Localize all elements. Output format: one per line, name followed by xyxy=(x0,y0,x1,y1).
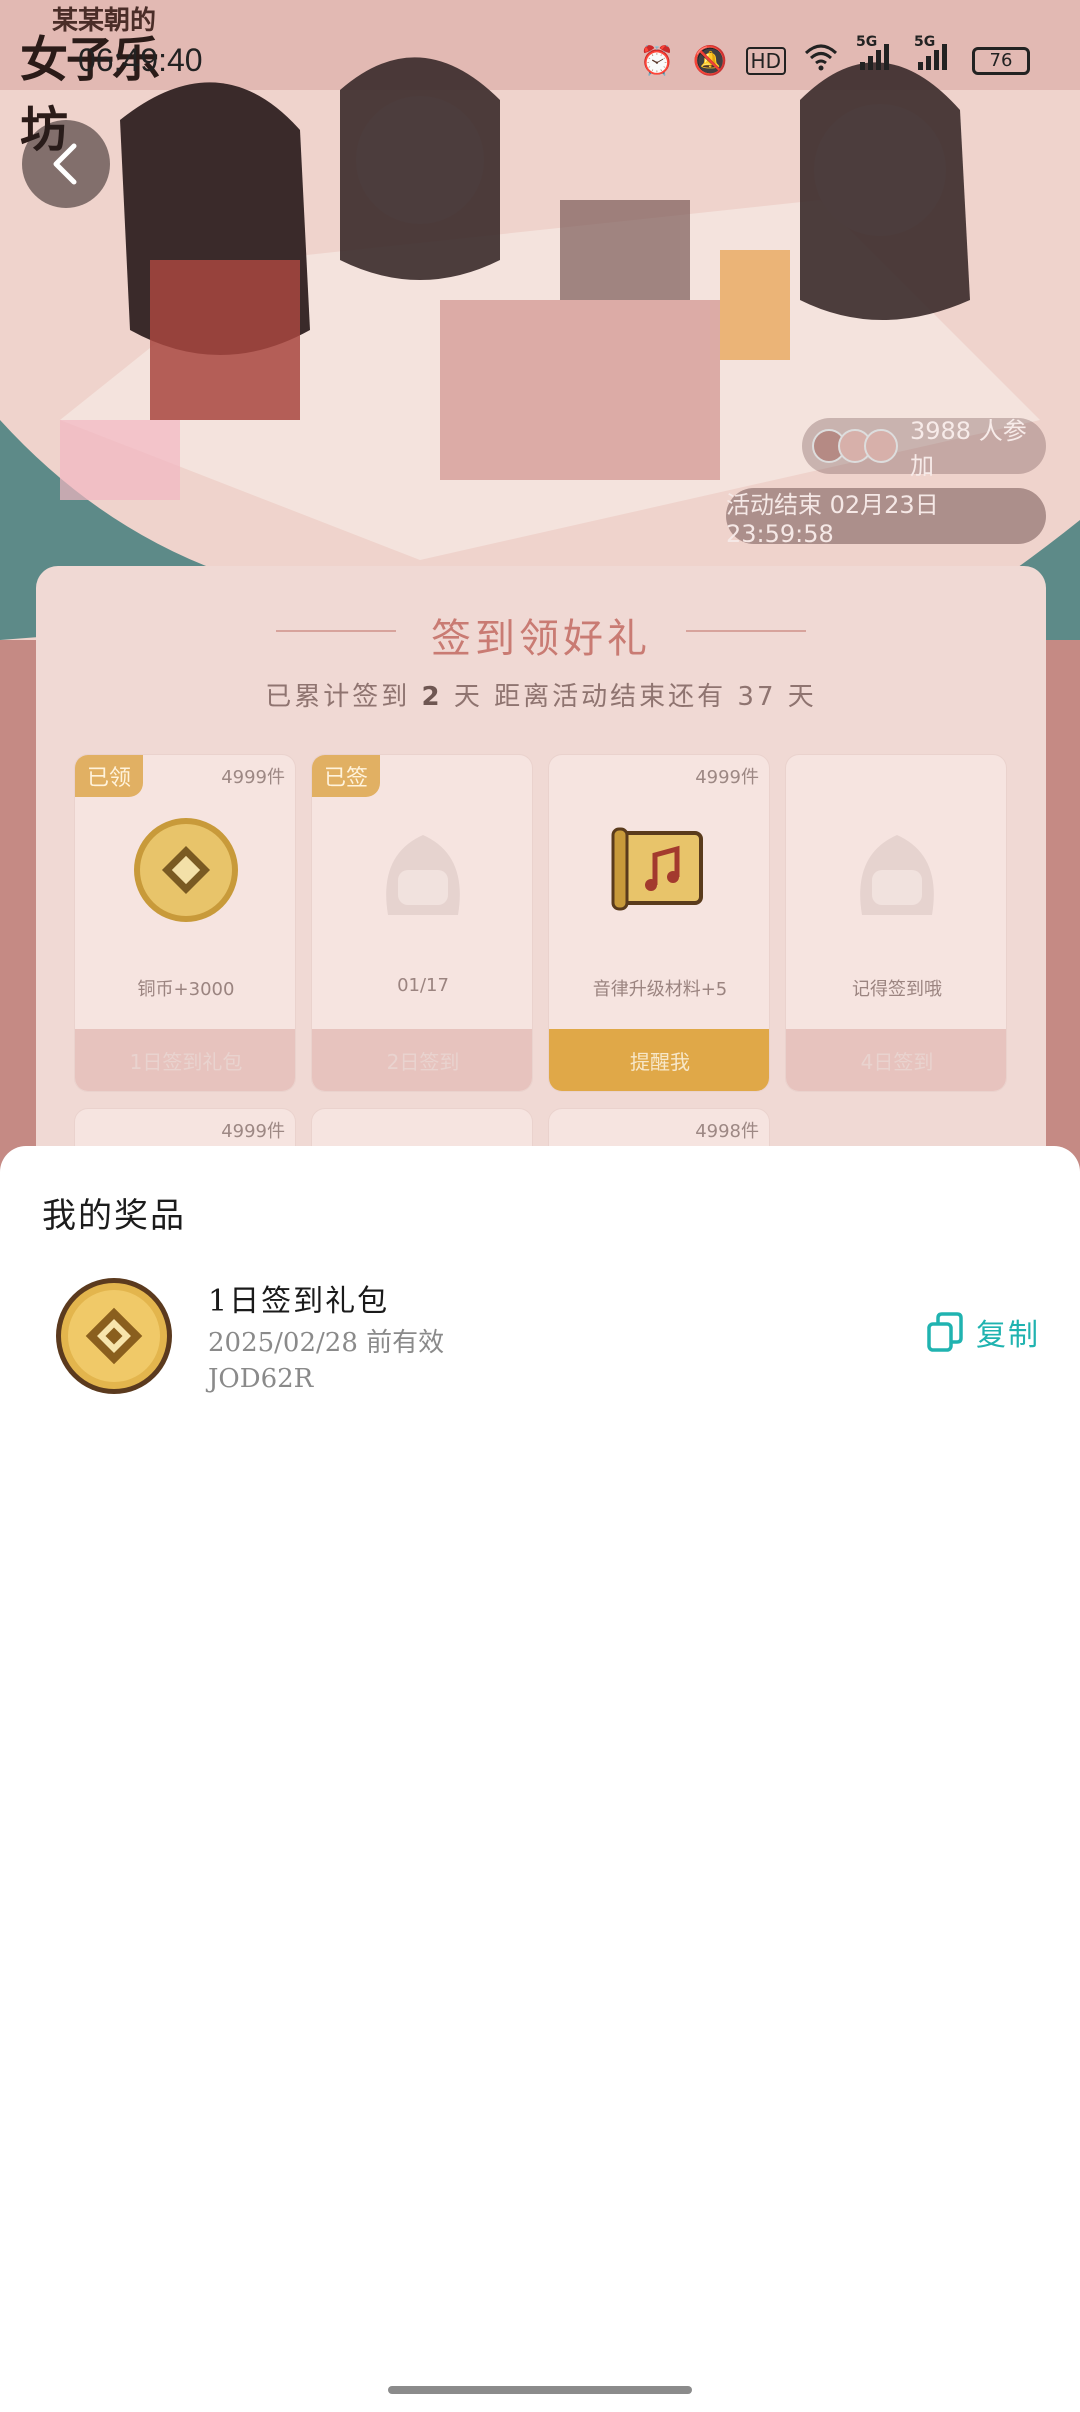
prize-code: JOD62R xyxy=(208,1364,314,1394)
copy-label: 复制 xyxy=(976,1318,1040,1353)
prize-name: 1日签到礼包 xyxy=(208,1284,390,1319)
prize-item: 1日签到礼包 2025/02/28 前有效 JOD62R 复制 xyxy=(0,1276,1080,1416)
sheet-title: 我的奖品 xyxy=(42,1196,186,1236)
home-indicator[interactable] xyxy=(388,2386,692,2394)
copy-button[interactable]: 复制 xyxy=(926,1310,1040,1354)
modal-scrim[interactable] xyxy=(0,0,1080,1146)
copy-icon xyxy=(927,1312,963,1352)
prize-expiry: 2025/02/28 前有效 xyxy=(208,1328,445,1358)
coin-icon xyxy=(56,1278,172,1394)
my-prizes-sheet: 我的奖品 1日签到礼包 2025/02/28 前有效 JOD62R 复制 xyxy=(0,1146,1080,2412)
